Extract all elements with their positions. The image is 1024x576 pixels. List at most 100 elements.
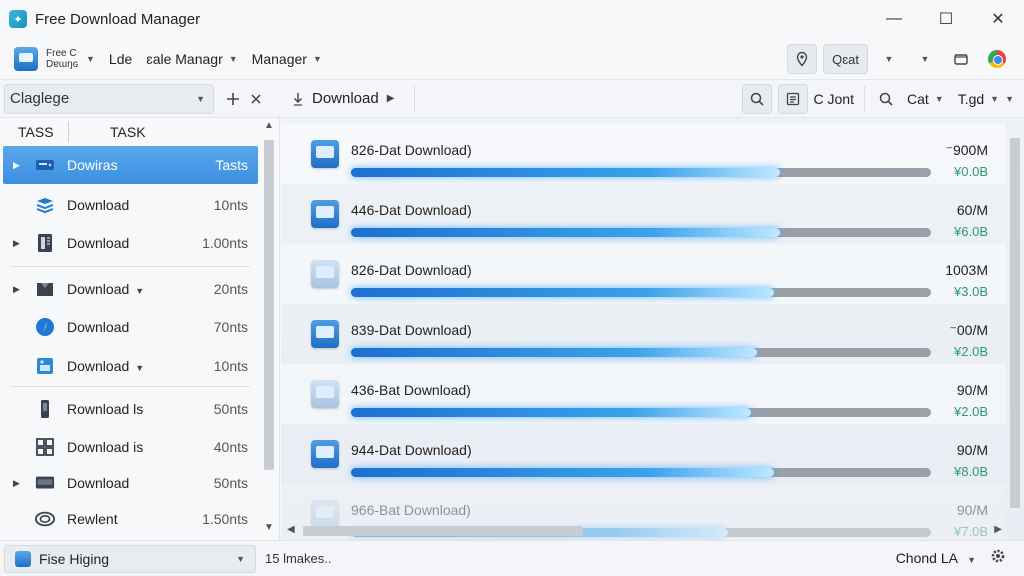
sidebar-divider <box>10 386 250 387</box>
tag-dropdown[interactable]: T.gd ▼ ▼ <box>958 91 1014 107</box>
download-list-scrollbar[interactable] <box>1006 118 1024 522</box>
sidebar-scroll-thumb[interactable] <box>264 140 274 470</box>
app-menu-chevron-down-icon[interactable]: ▼ <box>86 54 95 64</box>
sidebar-scrollbar[interactable]: ▲ ▼ <box>262 118 276 540</box>
more-dropdown[interactable]: ▼ <box>910 44 940 74</box>
grid-icon <box>35 437 55 457</box>
expand-arrow-icon[interactable]: ▶ <box>13 478 20 489</box>
download-size: 90/M <box>956 382 988 398</box>
download-name: 826-Dat Download) <box>351 142 472 158</box>
sidebar-item-download-6[interactable]: Download ▼ 10nts <box>3 347 258 385</box>
search-button[interactable] <box>741 84 772 114</box>
download-list-hscrollbar[interactable]: ◀ ▶ <box>281 522 1006 540</box>
chevron-down-icon: ▼ <box>967 554 976 565</box>
sidebar-item-label: Download <box>67 475 130 491</box>
download-row[interactable]: 826-Dat Download) ⁻900M ¥0.0B <box>281 124 1006 184</box>
status-text: 15 lmakes.. <box>265 551 332 566</box>
file-image-icon <box>311 440 339 468</box>
chevron-down-icon: ▼ <box>196 93 205 104</box>
sidebar-item-count: 10nts <box>213 197 248 213</box>
expand-arrow-icon[interactable]: ▶ <box>13 238 20 249</box>
sidebar-item-download-9[interactable]: ▶ Download 50nts <box>3 464 258 502</box>
search-chip[interactable]: Qɛat <box>823 44 868 74</box>
column-header-tass[interactable]: TASS <box>18 124 54 140</box>
sidebar-item-label: Download ▼ <box>67 281 145 297</box>
status-filter-select[interactable]: Fise Higing ▼ <box>4 545 256 573</box>
download-row[interactable]: 446-Dat Download) 60/M ¥6.0B <box>281 184 1006 244</box>
download-row[interactable]: 944-Dat Download) 90/M ¥8.0B <box>281 424 1006 484</box>
window-title: Free Download Manager <box>35 10 201 28</box>
hdd-icon <box>35 155 55 175</box>
app-menu-label[interactable]: Free C Dɐɯŋɢ <box>46 48 80 70</box>
scroll-down-icon[interactable]: ▼ <box>264 522 274 533</box>
scroll-up-icon[interactable]: ▲ <box>264 120 274 131</box>
menu-item-lde[interactable]: Lde <box>109 51 132 67</box>
file-image-icon <box>311 380 339 408</box>
category-dropdown[interactable]: Cat ▼ <box>907 91 944 107</box>
filter-search-button[interactable] <box>871 84 901 114</box>
menu-item-manager[interactable]: Manager ▼ <box>252 51 322 67</box>
title-bar: ✦ Free Download Manager — ☐ ✕ <box>0 0 1024 38</box>
main-toolbar: Download ▶ C Jont Cat ▼ T.gd ▼ ▼ <box>280 80 1024 118</box>
font-option[interactable]: C Jont <box>814 91 854 107</box>
status-right: Chond LA ▼ <box>896 548 1006 567</box>
download-size: 1003M <box>945 262 988 278</box>
sidebar-item-download-3[interactable]: ▶ Download 1.00nts <box>3 224 258 262</box>
scroll-left-icon[interactable]: ◀ <box>287 524 295 535</box>
minimize-button[interactable]: — <box>868 0 920 38</box>
download-size: ⁻900M <box>945 142 988 158</box>
divider <box>414 85 416 112</box>
gear-icon <box>991 549 1005 563</box>
search-chip-dropdown[interactable]: ▼ <box>874 44 904 74</box>
window-controls: — ☐ ✕ <box>868 0 1024 38</box>
download-speed: ¥0.0B <box>954 164 988 179</box>
column-header-task[interactable]: TASK <box>110 124 146 140</box>
scroll-right-icon[interactable]: ▶ <box>994 524 1002 535</box>
app-icon <box>15 551 31 567</box>
sidebar-item-count: 50nts <box>213 401 248 417</box>
expand-arrow-icon[interactable]: ▶ <box>13 160 20 171</box>
sidebar-item-rewlent[interactable]: Rewlent 1.50nts <box>3 500 258 538</box>
close-button[interactable]: ✕ <box>972 0 1024 38</box>
remove-category-button[interactable] <box>246 86 266 112</box>
sidebar-item-download-2[interactable]: Download 10nts <box>3 186 258 224</box>
download-progress-fill <box>351 228 780 237</box>
download-progress-bar <box>351 288 931 297</box>
download-size: ⁻00/M <box>949 322 988 338</box>
category-filter-select[interactable]: Claglege ▼ <box>4 83 214 114</box>
download-row[interactable]: 839-Dat Download) ⁻00/M ¥2.0B <box>281 304 1006 364</box>
download-row[interactable]: 436-Bat Download) 90/M ¥2.0B <box>281 364 1006 424</box>
list-view-button[interactable] <box>777 84 808 114</box>
chevron-down-icon: ▼ <box>236 554 245 564</box>
menu-item-sale-manager[interactable]: ɛale Managr ▼ <box>146 51 237 67</box>
chevron-down-icon: ▼ <box>920 54 930 64</box>
breadcrumb[interactable]: Download ▶ <box>292 90 394 107</box>
sidebar-item-count: Tasts <box>215 157 248 173</box>
maximize-button[interactable]: ☐ <box>920 0 972 38</box>
settings-button[interactable] <box>990 548 1006 567</box>
connection-dropdown[interactable]: Chond LA ▼ <box>896 550 976 566</box>
download-list-scroll-thumb[interactable] <box>1010 138 1020 508</box>
add-category-button[interactable] <box>220 86 246 112</box>
download-progress-fill <box>351 288 774 297</box>
download-progress-fill <box>351 168 780 177</box>
sidebar-item-count: 1.00nts <box>202 235 248 251</box>
folder-button[interactable] <box>946 44 976 74</box>
sidebar-item-download-4[interactable]: ▶ Download ▼ 20nts <box>3 270 258 308</box>
disc-icon <box>35 509 55 529</box>
app-menu-icon[interactable] <box>14 46 38 71</box>
expand-arrow-icon[interactable]: ▶ <box>13 284 20 295</box>
download-row[interactable]: 826-Dat Download) 1003M ¥3.0B <box>281 244 1006 304</box>
column-divider[interactable] <box>68 122 69 142</box>
sidebar-item-download-5[interactable]: Download 70nts <box>3 308 258 346</box>
menu-toolbar: Free C Dɐɯŋɢ ▼ Lde ɛale Managr ▼ Manager… <box>0 38 1024 80</box>
chevron-down-icon[interactable]: ▼ <box>135 363 144 373</box>
sidebar-item-download-8[interactable]: Download is 40nts <box>3 428 258 466</box>
download-list-hscroll-thumb[interactable] <box>303 526 583 536</box>
sidebar-item-downloads-all[interactable]: ▶ Dowiras Tasts <box>3 146 258 184</box>
browser-button[interactable] <box>982 44 1012 74</box>
location-pin-button[interactable] <box>787 44 818 74</box>
sidebar-item-download-7[interactable]: Rownload ls 50nts <box>3 390 258 428</box>
chevron-down-icon[interactable]: ▼ <box>135 286 144 296</box>
sidebar-item-count: 20nts <box>213 281 248 297</box>
